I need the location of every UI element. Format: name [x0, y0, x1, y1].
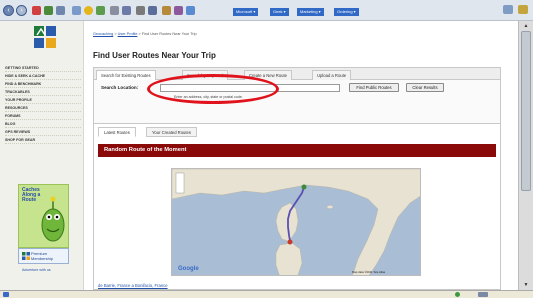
sidebar-item-trackables[interactable]: Trackables: [5, 88, 81, 96]
tab-upload-route[interactable]: Upload a Route: [312, 70, 352, 80]
tab-search-existing[interactable]: Search for Existing Routes: [96, 70, 156, 80]
stop-icon[interactable]: [32, 6, 41, 15]
breadcrumb-link-profile[interactable]: User Profile: [118, 32, 138, 36]
sidebar-item-blog[interactable]: Blog: [5, 120, 81, 128]
search-panel: Search for Existing Routes Search by Key…: [93, 67, 501, 129]
home-icon[interactable]: [56, 6, 65, 15]
sidebar-item-benchmark[interactable]: Find a Benchmark: [5, 80, 81, 88]
breadcrumb-current: > Find User Routes Near Your Trip: [137, 32, 197, 36]
main-content: Geocaching > User Profile > Find User Ro…: [84, 21, 518, 290]
route-map-graphic: Google Map data ©2011 Tele Atlas: [172, 169, 420, 275]
breadcrumb: Geocaching > User Profile > Find User Ro…: [93, 32, 197, 36]
premium-membership-promo[interactable]: Premium Membership: [18, 248, 69, 264]
route-map[interactable]: Google Map data ©2011 Tele Atlas: [171, 168, 421, 276]
route-link[interactable]: de Barrie, France a Bonifacio, France: [98, 283, 168, 288]
page-title: Find User Routes Near Your Trip: [93, 51, 216, 60]
tools-icon[interactable]: [518, 5, 528, 14]
bookmark-geek[interactable]: Geek ▾: [270, 8, 289, 16]
breadcrumb-link-home[interactable]: Geocaching: [93, 32, 113, 36]
left-sidebar: Getting Started Hide & Seek a Cache Find…: [0, 21, 84, 290]
scroll-thumb[interactable]: [521, 31, 531, 191]
browser-toolbar: ‹ › Microsoft ▾ Geek ▾ Marketing ▾ Order…: [0, 0, 533, 21]
messenger-icon[interactable]: [162, 6, 171, 15]
geocaching-small-logo-icon: [22, 252, 30, 260]
scroll-down-icon[interactable]: ▼: [521, 281, 531, 289]
sidebar-item-shop[interactable]: Shop for Gear: [5, 136, 81, 144]
sidebar-item-resources[interactable]: Resources: [5, 104, 81, 112]
search-location-label: Search Location:: [101, 85, 139, 90]
tab-latest-routes[interactable]: Latest Routes: [98, 127, 136, 137]
sidebar-item-profile[interactable]: Your Profile: [5, 96, 81, 104]
discuss-icon[interactable]: [148, 6, 157, 15]
signal-mascot-icon: [41, 196, 65, 242]
sidebar-item-gps-reviews[interactable]: GPS Reviews: [5, 128, 81, 136]
promo-link[interactable]: Adventure with us: [22, 268, 51, 272]
print-icon[interactable]: [122, 6, 131, 15]
search-icon[interactable]: [72, 6, 81, 15]
sidebar-item-getting-started[interactable]: Getting Started: [5, 64, 81, 72]
history-icon[interactable]: [96, 6, 105, 15]
results-panel: Latest Routes Your Created Routes Random…: [93, 123, 501, 290]
map-attribution-text: Map data ©2011 Tele Atlas: [352, 270, 386, 274]
research-icon[interactable]: [174, 6, 183, 15]
premium-membership-text: Premium Membership: [31, 251, 54, 261]
favorites-icon[interactable]: [84, 6, 93, 15]
settings-icon[interactable]: [503, 5, 513, 14]
sidebar-item-forums[interactable]: Forums: [5, 112, 81, 120]
search-hint: Enter an address, city, state or postal …: [174, 95, 243, 99]
caches-along-route-promo[interactable]: Caches Along a Route: [18, 184, 69, 248]
security-zone-icon: [455, 292, 460, 297]
search-tabs: Search for Existing Routes Search by Key…: [94, 68, 500, 80]
find-public-routes-button[interactable]: Find Public Routes: [349, 83, 399, 92]
random-route-banner: Random Route of the Moment: [98, 144, 496, 157]
page-status-icon: [3, 292, 9, 297]
bookmark-ordering[interactable]: Ordering ▾: [334, 8, 359, 16]
google-logo-text: Google: [178, 266, 199, 272]
scroll-up-icon[interactable]: ▲: [521, 22, 531, 30]
vertical-scrollbar[interactable]: ▲ ▼: [518, 21, 533, 290]
bookmark-microsoft[interactable]: Microsoft ▾: [233, 8, 259, 16]
search-location-input[interactable]: [160, 84, 340, 92]
tab-search-keyword[interactable]: Search by Keyword: [182, 70, 229, 80]
tab-your-created-routes[interactable]: Your Created Routes: [146, 127, 197, 137]
status-bar: [0, 290, 533, 298]
edit-icon[interactable]: [136, 6, 145, 15]
back-icon[interactable]: ‹: [3, 5, 14, 16]
sidebar-nav: Getting Started Hide & Seek a Cache Find…: [5, 64, 81, 144]
geocaching-logo-icon[interactable]: [34, 26, 56, 48]
links-icon[interactable]: [186, 6, 195, 15]
clear-results-button[interactable]: Clear Results: [406, 83, 444, 92]
tab-create-route[interactable]: Create a New Route: [244, 70, 292, 80]
zoom-icon[interactable]: [478, 292, 488, 297]
bookmark-marketing[interactable]: Marketing ▾: [297, 8, 324, 16]
refresh-icon[interactable]: [44, 6, 53, 15]
forward-icon[interactable]: ›: [16, 5, 27, 16]
web-page: Getting Started Hide & Seek a Cache Find…: [0, 21, 518, 290]
sidebar-item-hide-seek[interactable]: Hide & Seek a Cache: [5, 72, 81, 80]
mail-icon[interactable]: [110, 6, 119, 15]
